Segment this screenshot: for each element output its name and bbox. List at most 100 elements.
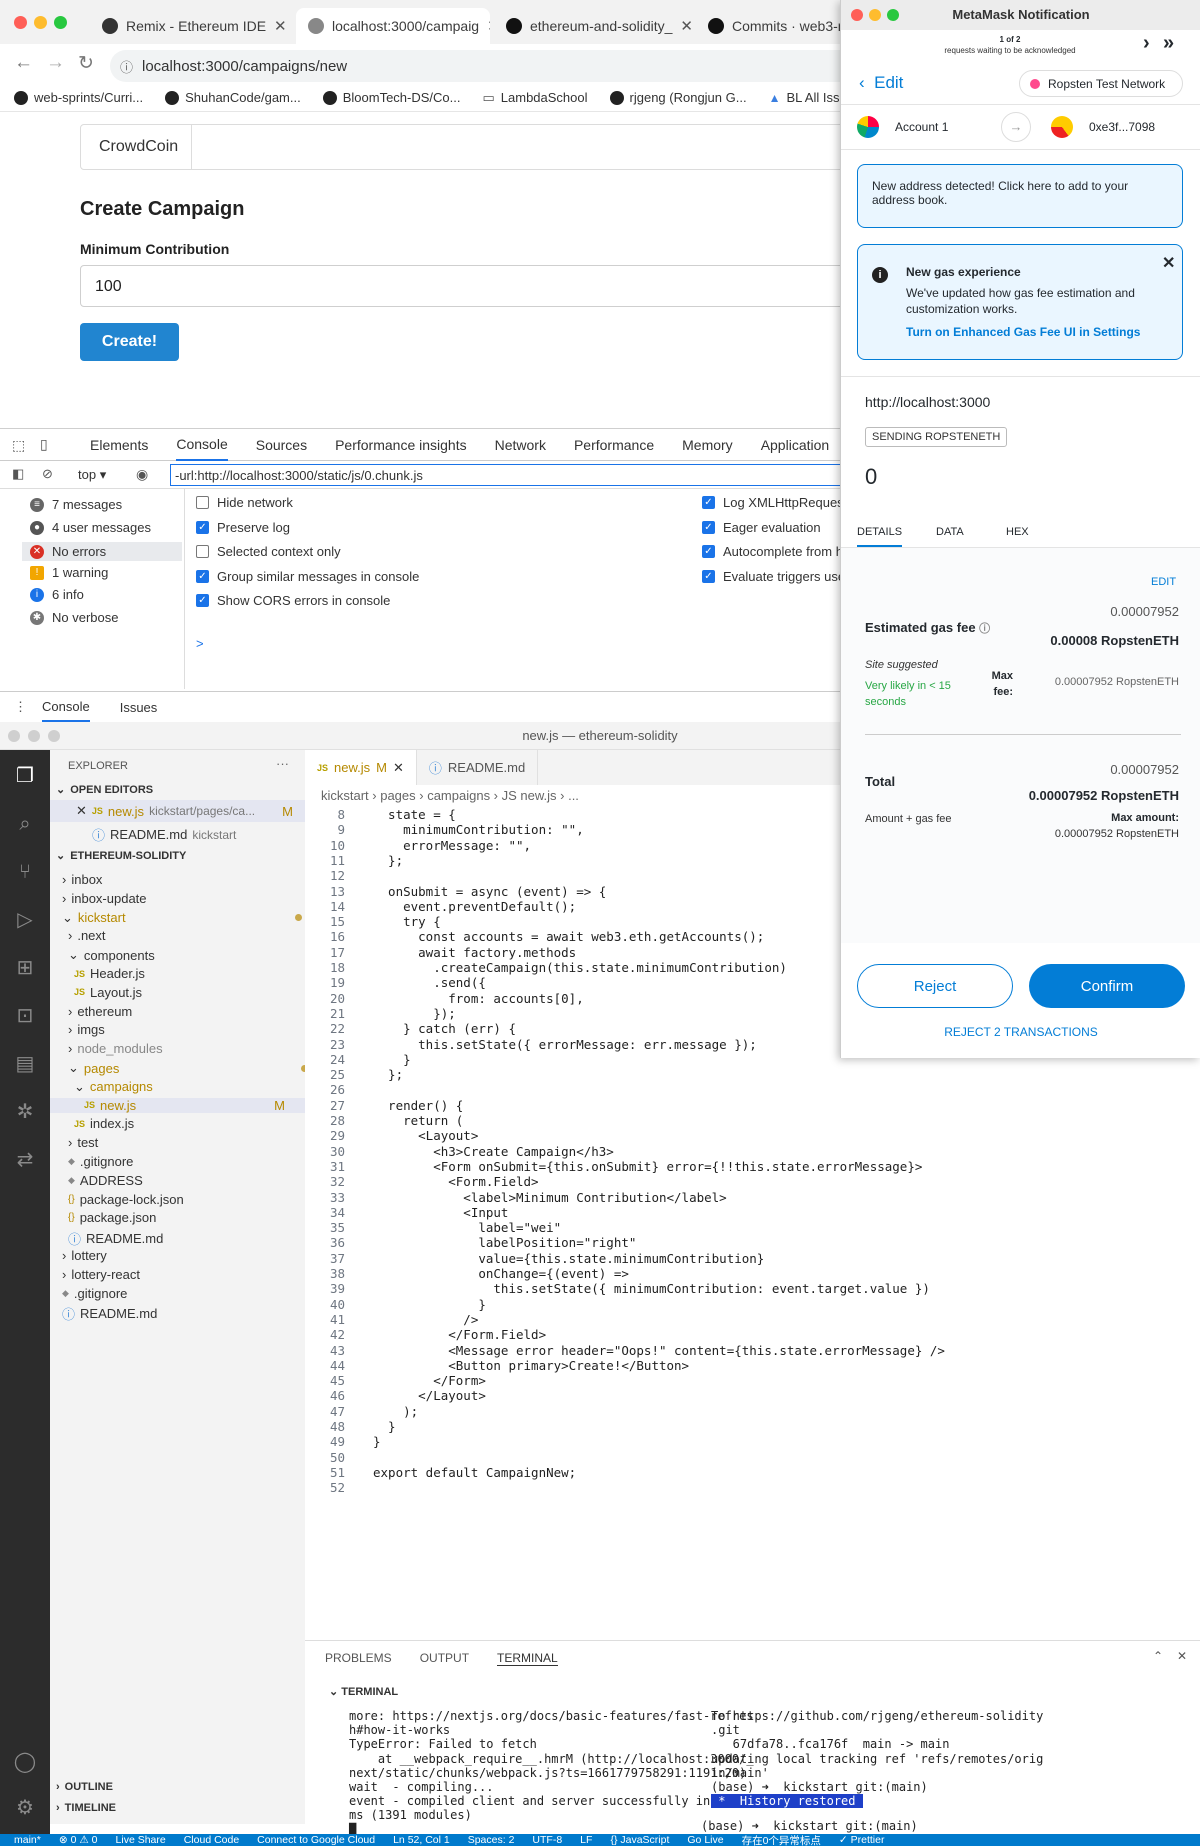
code-line[interactable]: } <box>373 1419 396 1434</box>
tab-console[interactable]: Console <box>176 429 228 461</box>
folder-item[interactable]: › lottery-react <box>62 1267 140 1282</box>
minimize-window-button[interactable] <box>34 16 47 29</box>
file-item[interactable]: {} package-lock.json <box>68 1192 184 1207</box>
folder-item[interactable]: › inbox <box>62 872 102 887</box>
option-selected-context[interactable]: Selected context only <box>196 544 341 559</box>
network-selector[interactable]: Ropsten Test Network <box>1019 70 1183 97</box>
code-line[interactable]: label="wei" <box>373 1220 561 1235</box>
code-line[interactable]: .createCampaign(this.state.minimumContri… <box>373 960 787 975</box>
address-bar[interactable]: ⓘ localhost:3000/campaigns/new <box>110 50 870 82</box>
open-editor-item[interactable]: ✕ JS new.js kickstart/pages/ca... M <box>50 800 305 822</box>
tab-output[interactable]: OUTPUT <box>420 1651 469 1665</box>
code-line[interactable]: </Layout> <box>373 1388 486 1403</box>
checkbox-checked[interactable]: ✓ <box>196 570 209 583</box>
code-line[interactable]: } <box>373 1434 381 1449</box>
context-selector[interactable]: top ▾ <box>78 467 106 483</box>
tab-problems[interactable]: PROBLEMS <box>325 1651 392 1665</box>
code-line[interactable]: from: accounts[0], <box>373 991 583 1006</box>
maximize-window-button[interactable] <box>48 730 60 742</box>
status-item[interactable]: 存在0个异常标点 <box>742 1834 821 1846</box>
terminal-left[interactable]: more: https://nextjs.org/docs/basic-feat… <box>349 1709 754 1823</box>
outline-section[interactable]: › OUTLINE <box>56 1781 113 1793</box>
console-filter-input[interactable]: -url:http://localhost:3000/static/js/0.c… <box>170 464 850 486</box>
code-line[interactable]: } <box>373 1052 411 1067</box>
chevron-up-icon[interactable]: ⌃ <box>1153 1649 1163 1663</box>
checkbox[interactable] <box>196 545 209 558</box>
tab-hex[interactable]: HEX <box>1006 526 1029 538</box>
folder-item[interactable]: ⌄ kickstart <box>62 910 317 926</box>
code-line[interactable]: event.preventDefault(); <box>373 899 576 914</box>
clear-console-icon[interactable]: ⊘ <box>42 466 53 482</box>
checkbox-checked[interactable]: ✓ <box>702 521 715 534</box>
status-item[interactable]: Go Live <box>687 1834 723 1846</box>
more-icon[interactable]: ··· <box>276 756 289 771</box>
code-line[interactable]: <Input <box>373 1205 508 1220</box>
file-item[interactable]: JS Layout.js <box>74 985 142 1000</box>
drawer-tab-console[interactable]: Console <box>42 693 90 722</box>
close-icon[interactable]: ✕ <box>76 803 87 819</box>
option-group-similar[interactable]: ✓ Group similar messages in console <box>196 569 419 584</box>
code-line[interactable]: <Form onSubmit={this.onSubmit} error={!!… <box>373 1159 922 1174</box>
code-line[interactable]: this.setState({ minimumContribution: eve… <box>373 1281 930 1296</box>
bookmark[interactable]: BloomTech-DS/Co... <box>322 90 460 105</box>
code-line[interactable]: await factory.methods <box>373 945 576 960</box>
eye-icon[interactable]: ◉ <box>136 466 148 483</box>
code-line[interactable]: ); <box>373 1404 418 1419</box>
tab-performance-insights[interactable]: Performance insights <box>335 429 467 461</box>
file-item[interactable]: ◆ .gitignore <box>68 1154 133 1169</box>
code-line[interactable]: } <box>373 1297 486 1312</box>
code-line[interactable]: onSubmit = async (event) => { <box>373 884 606 899</box>
sidebar-messages[interactable]: ≡ 7 messages <box>30 497 122 512</box>
folder-item[interactable]: › lottery <box>62 1248 107 1263</box>
file-item[interactable]: ◆ ADDRESS <box>68 1173 143 1188</box>
code-line[interactable]: value={this.state.minimumContribution} <box>373 1251 764 1266</box>
confirm-button[interactable]: Confirm <box>1029 964 1185 1008</box>
code-line[interactable]: try { <box>373 914 441 929</box>
file-item[interactable]: JS index.js <box>74 1116 134 1131</box>
terminal-header[interactable]: ⌄ TERMINAL <box>329 1685 398 1698</box>
tab-elements[interactable]: Elements <box>90 429 148 461</box>
files-icon[interactable]: ❐ <box>13 764 37 788</box>
folder-item[interactable]: › ethereum <box>68 1004 132 1019</box>
status-item[interactable]: Cloud Code <box>184 1834 239 1846</box>
status-item[interactable]: main* <box>14 1834 41 1846</box>
close-icon[interactable]: ✕ <box>1162 253 1175 273</box>
remote-icon[interactable]: ⊡ <box>13 1004 37 1028</box>
code-line[interactable]: </Form> <box>373 1373 486 1388</box>
folder-item[interactable]: › imgs <box>68 1022 105 1037</box>
open-editors-header[interactable]: ⌄ OPEN EDITORS <box>56 783 153 797</box>
code-line[interactable]: <h3>Create Campaign</h3> <box>373 1144 614 1159</box>
create-button[interactable]: Create! <box>80 323 179 361</box>
code-line[interactable]: onChange={(event) => <box>373 1266 629 1281</box>
folder-item[interactable]: › test <box>68 1135 98 1150</box>
code-line[interactable]: labelPosition="right" <box>373 1235 636 1250</box>
tab-details[interactable]: DETAILS <box>857 526 903 547</box>
option-cors-errors[interactable]: ✓ Show CORS errors in console <box>196 593 390 608</box>
close-window-button[interactable] <box>14 16 27 29</box>
tab-data[interactable]: DATA <box>936 526 964 538</box>
checkbox-checked[interactable]: ✓ <box>196 521 209 534</box>
folder-item[interactable]: › node_modules <box>68 1041 163 1056</box>
code-line[interactable]: }; <box>373 853 403 868</box>
sidebar-verbose[interactable]: ✱ No verbose <box>30 610 118 625</box>
folder-item[interactable]: › .next <box>68 928 106 943</box>
new-address-banner[interactable]: New address detected! Click here to add … <box>857 164 1183 228</box>
code-line[interactable]: <Message error header="Oops!" content={t… <box>373 1343 945 1358</box>
code-line[interactable]: const accounts = await web3.eth.getAccou… <box>373 929 764 944</box>
code-line[interactable]: }); <box>373 1006 456 1021</box>
code-line[interactable]: <Layout> <box>373 1128 478 1143</box>
code-line[interactable]: } catch (err) { <box>373 1021 516 1036</box>
code-line[interactable]: this.setState({ errorMessage: err.messag… <box>373 1037 757 1052</box>
code-line[interactable]: minimumContribution: "", <box>373 822 584 837</box>
close-icon[interactable]: ✕ <box>680 17 692 35</box>
minimum-contribution-input[interactable]: 100 <box>80 265 920 307</box>
code-line[interactable]: <label>Minimum Contribution</label> <box>373 1190 726 1205</box>
option-eager-eval[interactable]: ✓ Eager evaluation <box>702 520 821 535</box>
source-control-icon[interactable]: ⑂ <box>13 860 37 884</box>
close-window-button[interactable] <box>8 730 20 742</box>
drawer-tab-issues[interactable]: Issues <box>120 700 158 715</box>
bookmark-folder[interactable]: ▭ LambdaSchool <box>482 90 587 106</box>
code-line[interactable]: export default CampaignNew; <box>373 1465 576 1480</box>
status-item[interactable]: ⊗ 0 ⚠ 0 <box>59 1834 98 1846</box>
workspace-root[interactable]: ⌄ ETHEREUM-SOLIDITY <box>56 849 186 863</box>
